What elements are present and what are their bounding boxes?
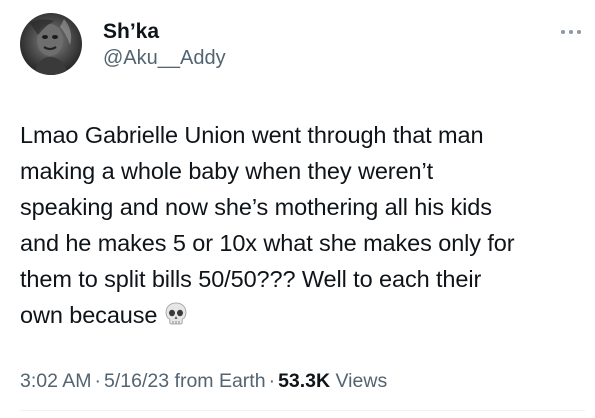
tweet-source: from Earth <box>174 370 266 392</box>
tweet-text: Lmao Gabrielle Union went through that m… <box>20 117 585 337</box>
divider <box>20 410 585 411</box>
meta-separator: · <box>268 370 276 392</box>
meta-separator: · <box>94 370 102 392</box>
author-handle[interactable]: @Aku__Addy <box>103 47 226 70</box>
views-label: Views <box>335 370 388 392</box>
tweet-text-line: Lmao Gabrielle Union went through that m… <box>20 122 484 148</box>
tweet-text-line: them to split bills 50/50??? Well to eac… <box>20 266 482 292</box>
skull-emoji-icon <box>163 301 189 337</box>
tweet-card: Sh’ka @Aku__Addy Lmao Gabrielle Union we… <box>0 0 595 418</box>
views-count[interactable]: 53.3K <box>278 370 330 392</box>
tweet-text-line: speaking and now she’s mothering all his… <box>20 194 492 220</box>
tweet-text-fragment: own because <box>20 302 158 328</box>
author-display-name[interactable]: Sh’ka <box>103 20 159 44</box>
avatar[interactable] <box>20 13 82 75</box>
tweet-text-line-last: own because <box>20 297 585 337</box>
tweet-time[interactable]: 3:02 AM <box>20 370 92 392</box>
tweet-text-line: making a whole baby when they weren’t <box>20 158 434 184</box>
avatar-image <box>20 13 82 75</box>
more-options-button[interactable] <box>558 24 584 40</box>
tweet-meta: 3:02 AM · 5/16/23 from Earth · 53.3K Views <box>20 370 387 393</box>
more-horizontal-icon <box>561 30 581 34</box>
tweet-text-line: and he makes 5 or 10x what she makes onl… <box>20 230 515 256</box>
tweet-date[interactable]: 5/16/23 <box>104 370 169 392</box>
